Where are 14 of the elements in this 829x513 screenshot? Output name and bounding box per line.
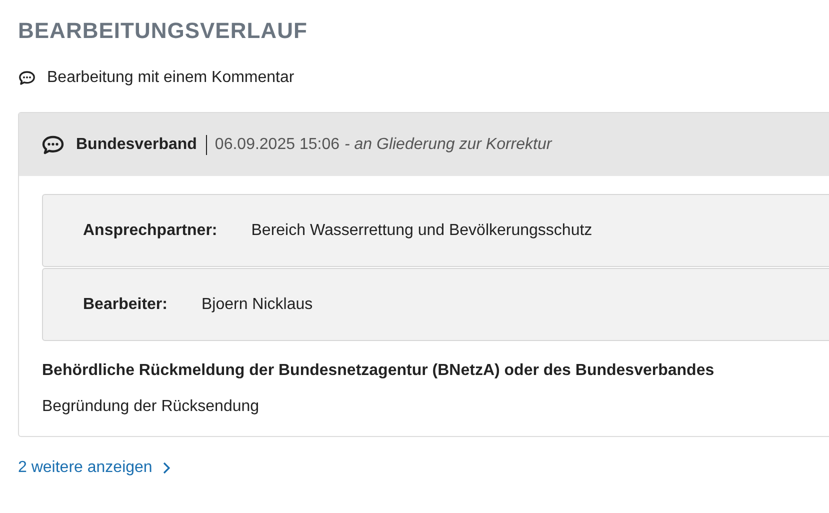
- field-label: Bearbeiter:: [83, 296, 168, 314]
- comment-icon: [18, 69, 36, 87]
- feedback-heading: Behördliche Rückmeldung der Bundesnetzagentur (BNetzA) oder des Bundesverbandes: [42, 362, 716, 380]
- status-note: - an Gliederung zur Korrektur: [344, 136, 552, 154]
- author-name: Bundesverband: [76, 134, 207, 154]
- field-value: Bereich Wasserrettung und Bevölkerungsschutz: [251, 222, 592, 240]
- comment-summary: Bearbeitung mit einem Kommentar: [47, 68, 294, 88]
- timestamp: 06.09.2025 15:06: [214, 136, 340, 154]
- show-more-link[interactable]: 2 weitere anzeigen: [18, 459, 170, 477]
- chevron-right-icon: [162, 462, 170, 474]
- feedback-text: Begründung der Rücksendung: [42, 398, 260, 416]
- field-value: Bjoern Nicklaus: [201, 296, 313, 314]
- field-label: Ansprechpartner:: [83, 222, 218, 240]
- section-title: BEARBEITUNGSVERLAUF: [18, 17, 308, 45]
